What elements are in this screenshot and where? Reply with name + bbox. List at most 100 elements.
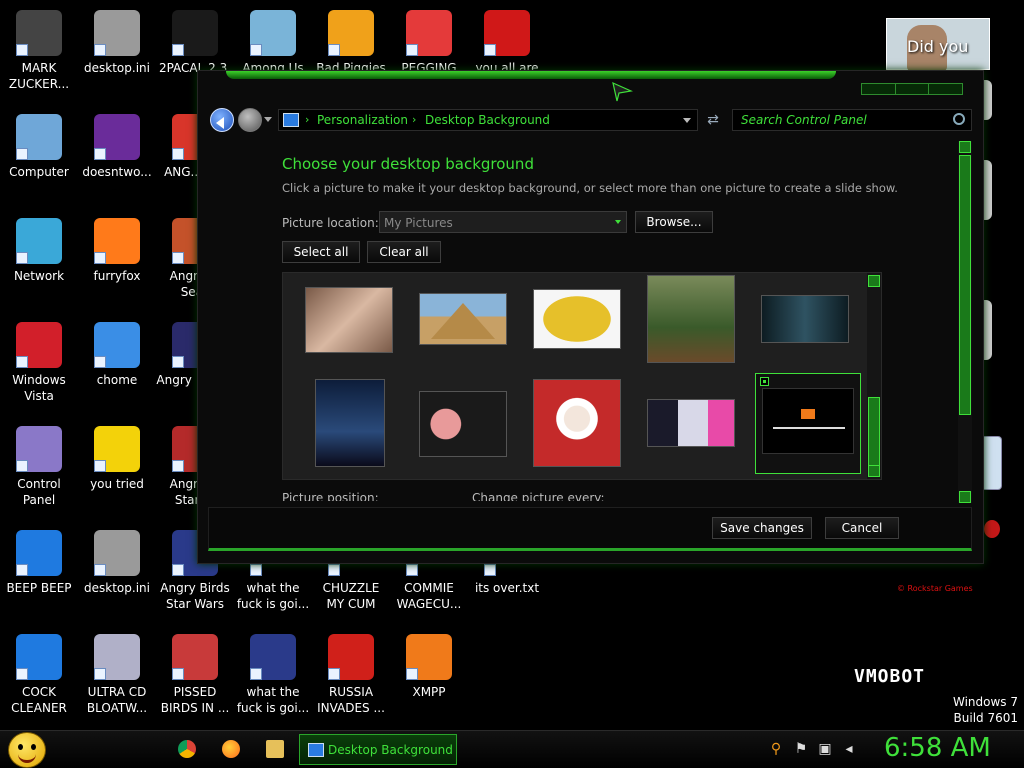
- p-logo-icon: [406, 10, 452, 56]
- maximize-button[interactable]: [896, 84, 930, 94]
- scroll-up-arrow[interactable]: [959, 141, 971, 153]
- select-all-button[interactable]: Select all: [282, 241, 360, 263]
- breadcrumb-desktop-background[interactable]: Desktop Background: [425, 113, 550, 127]
- refresh-icon[interactable]: ⇄: [704, 111, 722, 129]
- radiation-icon: [328, 634, 374, 680]
- desktop-icon[interactable]: 2PACAL 2.3.: [156, 10, 234, 76]
- volume-icon[interactable]: ◂: [841, 741, 857, 757]
- desktop-icon[interactable]: Computer: [0, 114, 78, 180]
- recent-pages-dropdown[interactable]: [264, 117, 272, 122]
- picture-location-select[interactable]: My Pictures: [379, 211, 627, 233]
- desktop-icon-label: ULTRA CD BLOATW...: [86, 685, 148, 715]
- address-bar[interactable]: › Personalization › Desktop Background: [278, 109, 698, 131]
- breadcrumb-separator: ›: [412, 113, 417, 126]
- action-center-icon[interactable]: ⚑: [793, 741, 809, 757]
- thumb-santa[interactable]: [533, 379, 621, 467]
- cancel-button[interactable]: Cancel: [825, 517, 899, 539]
- search-icon[interactable]: ⚲: [768, 741, 784, 757]
- desktop-icon[interactable]: PISSED BIRDS IN ...: [156, 634, 234, 716]
- address-dropdown-icon[interactable]: [683, 118, 691, 123]
- shortcut-arrow-icon: [250, 44, 262, 56]
- settings-file-icon: [94, 530, 140, 576]
- thumb-selected-frame[interactable]: [755, 373, 861, 474]
- desktop-icon[interactable]: COCK CLEANER: [0, 634, 78, 716]
- desktop-icon[interactable]: chome: [78, 322, 156, 388]
- thumb-skin[interactable]: [305, 287, 393, 353]
- gallery-scrollbar[interactable]: [867, 273, 881, 479]
- desktop-icon-label: COCK CLEANER: [11, 685, 67, 715]
- page-scroll-thumb[interactable]: [959, 155, 971, 415]
- caption-buttons: [861, 83, 963, 95]
- desktop-icon[interactable]: you all are: [468, 10, 546, 76]
- console-icon: [172, 10, 218, 56]
- taskbar-clock[interactable]: 6:58 AM: [884, 733, 991, 763]
- page-scrollbar[interactable]: [958, 141, 972, 503]
- desktop-icon[interactable]: what the fuck is goi...: [234, 634, 312, 716]
- control-panel-icon: [283, 113, 299, 127]
- desktop-icon-label: Control Panel: [17, 477, 61, 507]
- desktop-icon-label: Windows Vista: [12, 373, 66, 403]
- desktop-icon[interactable]: Control Panel: [0, 426, 78, 508]
- gallery-scroll-thumb[interactable]: [868, 397, 880, 467]
- thumb-morbius-poster[interactable]: [315, 379, 385, 467]
- game-icon: [250, 10, 296, 56]
- scroll-up-arrow[interactable]: [868, 275, 880, 287]
- start-button[interactable]: [8, 732, 46, 768]
- theme-logo-icon: [612, 81, 633, 102]
- desktop-icon[interactable]: PEGGING: [390, 10, 468, 76]
- shortcut-arrow-icon: [94, 252, 106, 264]
- desktop-icon[interactable]: XMPP: [390, 634, 468, 700]
- desktop-icon[interactable]: RUSSIA INVADES ...: [312, 634, 390, 716]
- search-input[interactable]: Search Control Panel: [732, 109, 972, 131]
- desktop-icon[interactable]: doesntwo...: [78, 114, 156, 180]
- forward-button[interactable]: [238, 108, 262, 132]
- desktop-icon-label: doesntwo...: [82, 165, 152, 179]
- thumb-collage[interactable]: [647, 399, 735, 447]
- close-button[interactable]: [929, 84, 962, 94]
- thumb-checkbox[interactable]: [760, 377, 769, 386]
- search-icon[interactable]: [953, 113, 965, 125]
- desktop-icon-label: furryfox: [93, 269, 141, 283]
- desktop-icon[interactable]: furryfox: [78, 218, 156, 284]
- thumb-cartoon-pig[interactable]: [419, 391, 507, 457]
- page-subtitle: Click a picture to make it your desktop …: [282, 181, 898, 195]
- desktop-icon[interactable]: desktop.ini: [78, 530, 156, 596]
- windows-version-info: Windows 7 Build 7601: [953, 694, 1018, 726]
- shortcut-arrow-icon: [172, 44, 184, 56]
- chrome-icon[interactable]: [178, 740, 196, 758]
- thumb-game-screen[interactable]: [762, 388, 854, 454]
- back-button[interactable]: [210, 108, 234, 132]
- desktop-icon-label: desktop.ini: [84, 581, 150, 595]
- scroll-down-arrow[interactable]: [959, 491, 971, 503]
- minimize-button[interactable]: [862, 84, 896, 94]
- breadcrumb-personalization[interactable]: Personalization: [317, 113, 408, 127]
- desktop-icon[interactable]: Network: [0, 218, 78, 284]
- clear-all-button[interactable]: Clear all: [367, 241, 441, 263]
- did-you-text: Did you: [907, 37, 969, 56]
- shortcut-arrow-icon: [172, 668, 184, 680]
- picture-location-value: My Pictures: [384, 216, 453, 230]
- browse-button[interactable]: Browse...: [635, 211, 713, 233]
- firefox-icon[interactable]: [222, 740, 240, 758]
- thumb-saint-portrait[interactable]: [647, 275, 735, 363]
- desktop-icon[interactable]: MARK ZUCKER...: [0, 10, 78, 92]
- save-changes-button[interactable]: Save changes: [712, 517, 812, 539]
- taskbar: Desktop Background ⚲ ⚑ ▣ ◂ 6:58 AM: [0, 730, 1024, 768]
- shortcut-arrow-icon: [94, 148, 106, 160]
- thumb-usa-map[interactable]: [533, 289, 621, 349]
- desktop-icon[interactable]: BEEP BEEP: [0, 530, 78, 596]
- thumb-dark-scene[interactable]: [761, 295, 849, 343]
- desktop-icon-label: CHUZZLE MY CUM: [322, 581, 380, 611]
- taskbar-item-desktop-background[interactable]: Desktop Background: [299, 734, 457, 765]
- red-ball: [984, 520, 1000, 538]
- desktop-icon[interactable]: you tried: [78, 426, 156, 492]
- scroll-down-arrow[interactable]: [868, 465, 880, 477]
- desktop-icon[interactable]: Bad Piggies: [312, 10, 390, 76]
- desktop-icon[interactable]: Windows Vista: [0, 322, 78, 404]
- game-text-line: [773, 427, 845, 429]
- desktop-icon[interactable]: Among Us: [234, 10, 312, 76]
- network-icon[interactable]: ▣: [817, 741, 833, 757]
- folder-icon[interactable]: [266, 740, 284, 758]
- desktop-icon[interactable]: desktop.ini: [78, 10, 156, 76]
- desktop-icon[interactable]: ULTRA CD BLOATW...: [78, 634, 156, 716]
